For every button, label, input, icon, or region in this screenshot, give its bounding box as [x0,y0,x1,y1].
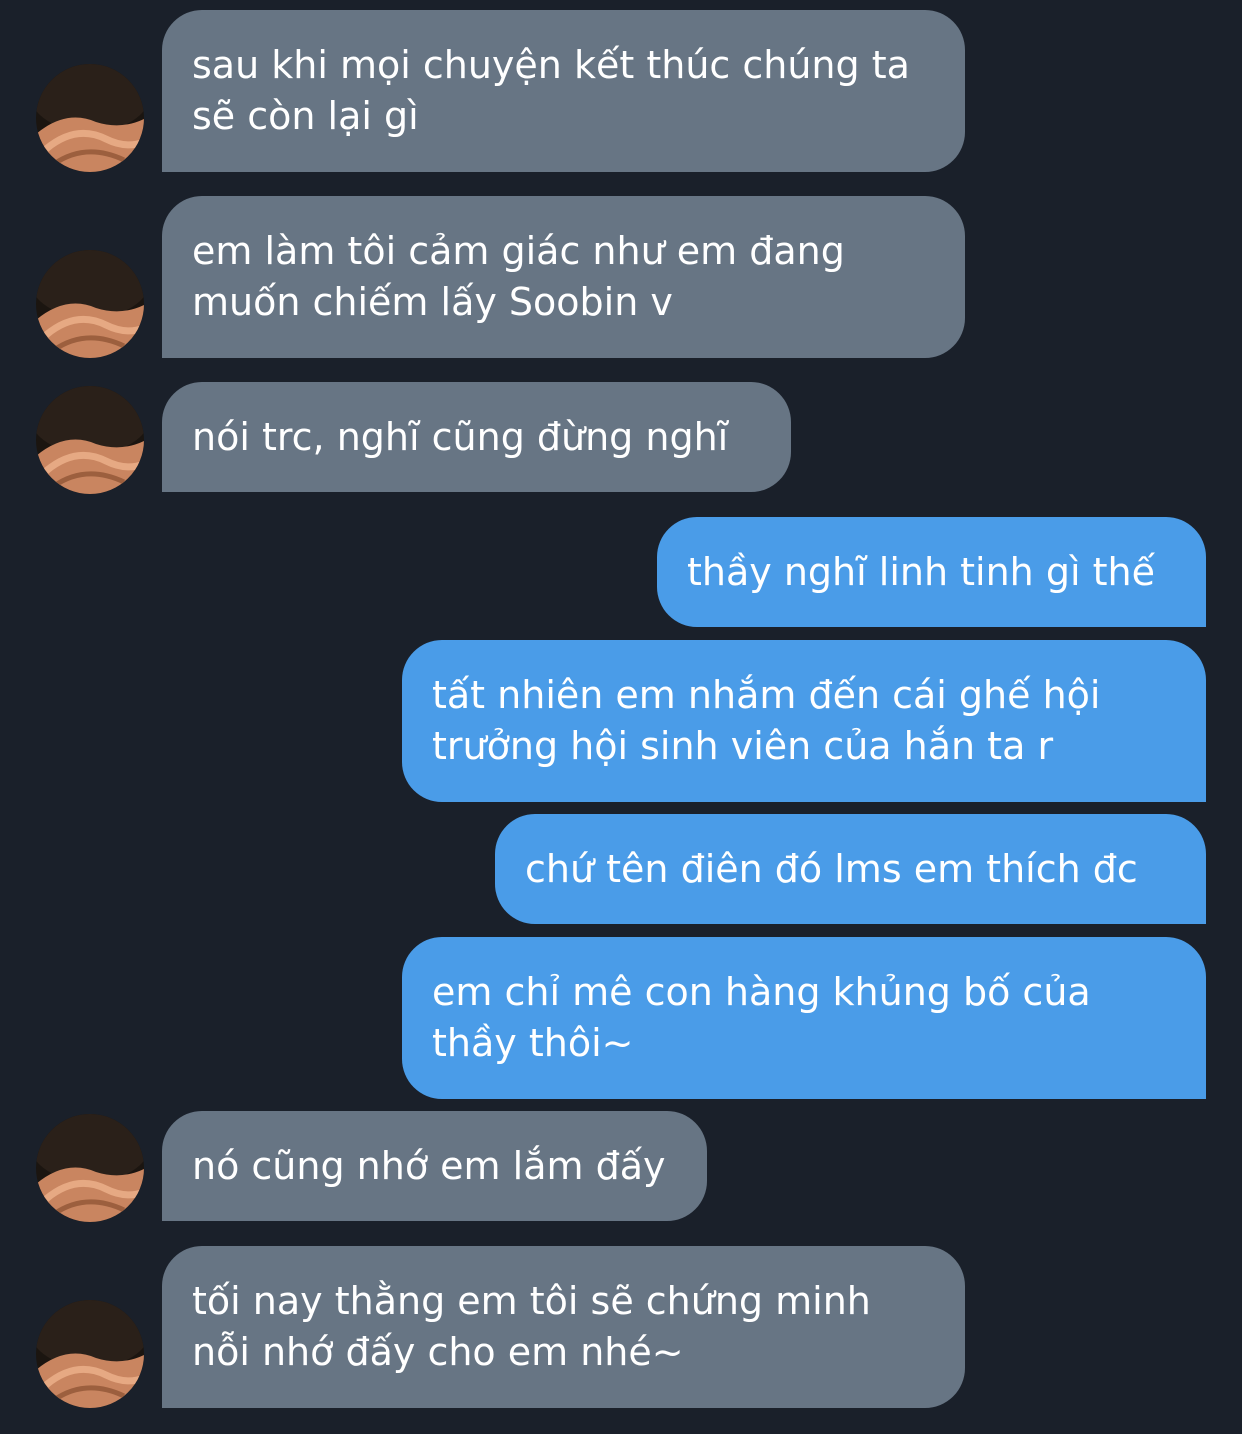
avatar-icon[interactable] [36,1300,144,1408]
outgoing-message-bubble[interactable]: chứ tên điên đó lms em thích đc [495,814,1206,924]
avatar-icon[interactable] [36,250,144,358]
avatar-icon[interactable] [36,1114,144,1222]
outgoing-message-bubble[interactable]: em chỉ mê con hàng khủng bố của thầy thô… [402,937,1206,1099]
avatar-icon[interactable] [36,64,144,172]
outgoing-message-bubble[interactable]: tất nhiên em nhắm đến cái ghế hội trưởng… [402,640,1206,802]
incoming-message-bubble[interactable]: em làm tôi cảm giác như em đang muốn chi… [162,196,965,358]
incoming-message-bubble[interactable]: tối nay thằng em tôi sẽ chứng minh nỗi n… [162,1246,965,1408]
avatar-icon[interactable] [36,386,144,494]
incoming-message-bubble[interactable]: nó cũng nhớ em lắm đấy [162,1111,707,1221]
incoming-message-bubble[interactable]: nói trc, nghĩ cũng đừng nghĩ [162,382,791,492]
incoming-message-bubble[interactable]: sau khi mọi chuyện kết thúc chúng ta sẽ … [162,10,965,172]
outgoing-message-bubble[interactable]: thầy nghĩ linh tinh gì thế [657,517,1206,627]
